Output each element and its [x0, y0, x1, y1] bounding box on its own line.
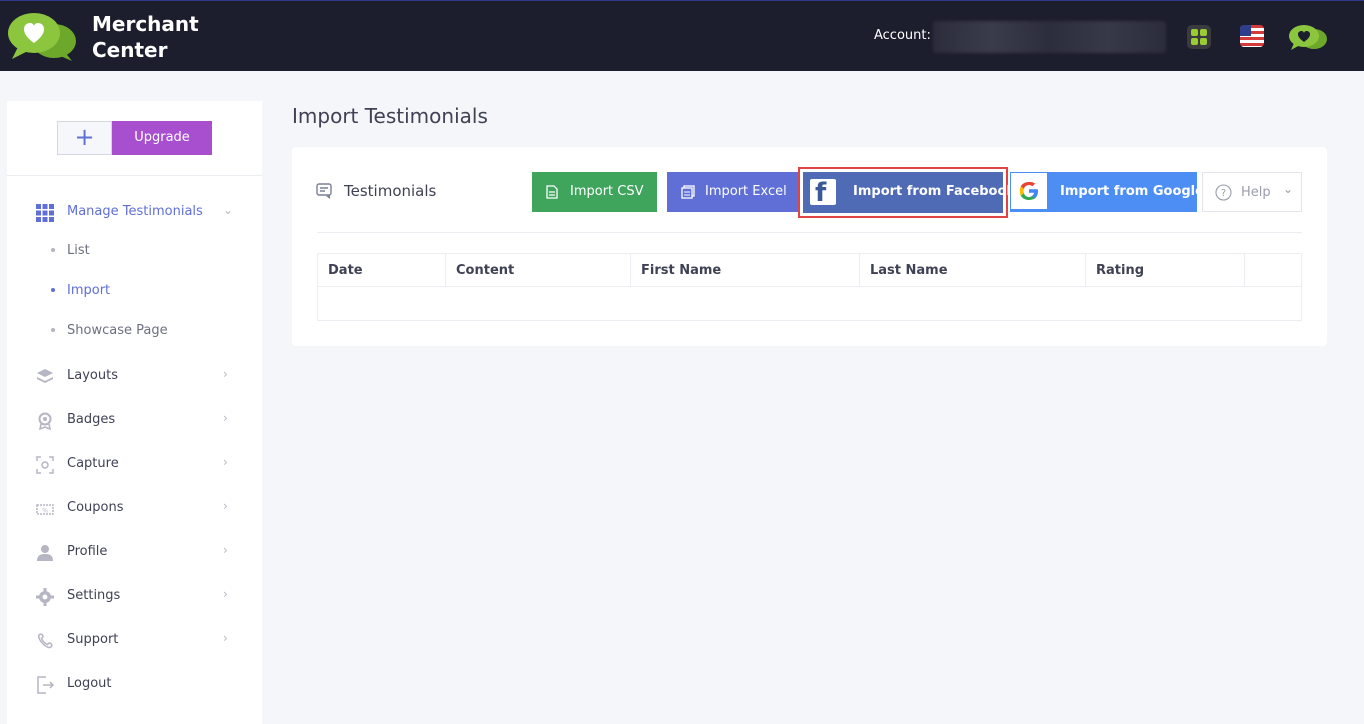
capture-icon [36, 456, 54, 474]
table-header-row: Date Content First Name Last Name Rating [317, 253, 1302, 287]
account-label: Account: [874, 28, 931, 43]
button-label: Help [1241, 185, 1271, 200]
account-value-redacted [933, 21, 1166, 53]
sidebar-item-label: Settings [67, 588, 121, 603]
sidebar-item-capture[interactable]: Capture › [7, 450, 262, 480]
table-row-empty [317, 286, 1302, 321]
card-title: Testimonials [344, 182, 437, 200]
layers-icon [37, 369, 53, 383]
sidebar-subitem-import[interactable]: Import [7, 278, 262, 304]
google-icon [1011, 173, 1047, 209]
logo-icon[interactable] [6, 11, 78, 63]
svg-text:%: % [42, 508, 48, 515]
logout-icon [37, 676, 54, 694]
us-flag-icon[interactable] [1240, 25, 1264, 47]
button-label: Import from Facebook [853, 184, 1016, 199]
chevron-right-icon: › [223, 631, 228, 645]
apps-icon[interactable] [1187, 25, 1211, 49]
sidebar-item-settings[interactable]: Settings › [7, 582, 262, 612]
column-header-content[interactable]: Content [445, 253, 631, 287]
button-label: Import Excel [705, 184, 787, 199]
grid-icon [36, 204, 54, 222]
column-header-rating[interactable]: Rating [1085, 253, 1245, 287]
support-icon [38, 633, 53, 649]
testimonials-card: Testimonials Import CSV Import Excel f I… [292, 147, 1327, 346]
svg-text:?: ? [1221, 188, 1226, 199]
chevron-right-icon: › [223, 543, 228, 557]
sidebar-subitem-list[interactable]: List [7, 238, 262, 264]
sidebar-item-label: Layouts [67, 368, 118, 383]
question-circle-icon: ? [1215, 184, 1232, 201]
sidebar-subitem-label: List [67, 243, 90, 258]
bullet-icon [51, 288, 55, 292]
bullet-icon [51, 248, 55, 252]
divider [317, 232, 1302, 233]
button-label: Import from Google [1060, 184, 1204, 199]
badge-icon [38, 412, 52, 430]
sidebar-item-label: Capture [67, 456, 119, 471]
column-header-first-name[interactable]: First Name [630, 253, 860, 287]
user-icon [37, 545, 53, 561]
column-header-date[interactable]: Date [317, 253, 446, 287]
import-facebook-button[interactable]: f Import from Facebook [798, 167, 1015, 218]
sidebar-item-layouts[interactable]: Layouts › [7, 362, 262, 392]
empty-cell [317, 286, 1302, 321]
testimonial-icon [316, 183, 332, 199]
gear-icon [36, 588, 54, 606]
help-dropdown[interactable]: ? Help ⌄ [1202, 172, 1302, 212]
chevron-right-icon: › [223, 499, 228, 513]
sidebar-subitem-showcase-page[interactable]: Showcase Page [7, 318, 262, 344]
import-csv-button[interactable]: Import CSV [532, 172, 657, 212]
facebook-icon: f [810, 178, 836, 208]
chevron-right-icon: › [223, 455, 228, 469]
chevron-down-icon: ⌄ [223, 203, 234, 217]
import-google-button[interactable]: Import from Google [1010, 172, 1204, 212]
sidebar-subitem-label: Showcase Page [67, 323, 168, 338]
sidebar-item-badges[interactable]: Badges › [7, 406, 262, 436]
spreadsheet-icon [681, 185, 695, 199]
file-icon [546, 185, 558, 199]
sidebar-item-logout[interactable]: Logout [7, 670, 262, 700]
user-avatar-logo-icon[interactable] [1288, 23, 1328, 53]
brand-line-2: Center [92, 38, 168, 62]
column-header-last-name[interactable]: Last Name [859, 253, 1086, 287]
chevron-right-icon: › [223, 587, 228, 601]
coupon-icon: % [36, 504, 54, 515]
sidebar-actions: + Upgrade [7, 101, 262, 176]
sidebar-subitem-label: Import [67, 283, 111, 298]
chevron-right-icon: › [223, 411, 228, 425]
button-label: Import CSV [570, 184, 644, 199]
brand-title: Merchant Center [92, 11, 199, 63]
sidebar-item-label: Badges [67, 412, 116, 427]
chevron-right-icon: › [223, 367, 228, 381]
column-header-actions [1244, 253, 1302, 287]
sidebar-item-label: Coupons [67, 500, 124, 515]
add-button[interactable]: + [57, 121, 112, 155]
chevron-down-icon: ⌄ [1283, 182, 1294, 196]
sidebar: + Upgrade Manage Testimonials ⌄ List Imp… [7, 101, 262, 724]
sidebar-item-manage-testimonials[interactable]: Manage Testimonials ⌄ [7, 198, 262, 228]
sidebar-item-label: Profile [67, 544, 108, 559]
sidebar-item-label: Support [67, 632, 119, 647]
testimonials-table: Date Content First Name Last Name Rating [317, 253, 1302, 321]
upgrade-button[interactable]: Upgrade [112, 121, 212, 155]
bullet-icon [51, 328, 55, 332]
sidebar-item-profile[interactable]: Profile › [7, 538, 262, 568]
sidebar-item-label: Logout [67, 676, 112, 691]
brand-line-1: Merchant [92, 12, 199, 36]
sidebar-item-support[interactable]: Support › [7, 626, 262, 656]
page-title: Import Testimonials [292, 104, 488, 128]
sidebar-item-label: Manage Testimonials [67, 204, 203, 219]
sidebar-item-coupons[interactable]: % Coupons › [7, 494, 262, 524]
import-excel-button[interactable]: Import Excel [667, 172, 798, 212]
top-bar: Merchant Center Account: [0, 0, 1364, 71]
